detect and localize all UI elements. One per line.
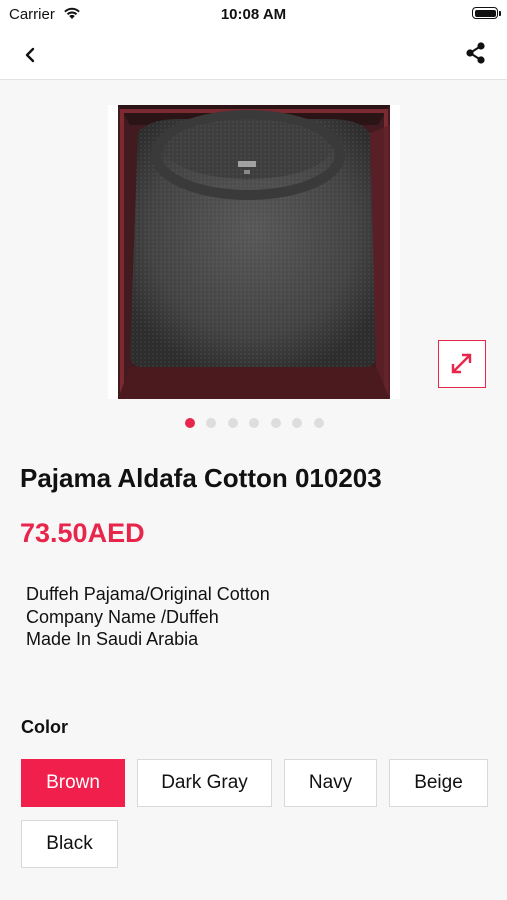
expand-image-button[interactable]	[438, 340, 486, 388]
product-image[interactable]	[108, 105, 400, 399]
page-dot[interactable]	[314, 418, 324, 428]
color-option-beige[interactable]: Beige	[389, 759, 488, 807]
image-page-indicator[interactable]	[0, 418, 507, 428]
description-line: Made In Saudi Arabia	[26, 629, 199, 649]
share-icon	[466, 42, 485, 64]
status-time: 10:08 AM	[220, 6, 287, 23]
product-price: 73.50AED	[20, 518, 145, 548]
color-option-navy[interactable]: Navy	[284, 759, 377, 807]
color-option-dark-gray[interactable]: Dark Gray	[137, 759, 272, 807]
page-dot[interactable]	[249, 418, 259, 428]
product-image-gallery[interactable]	[0, 80, 507, 430]
color-option-black[interactable]: Black	[21, 820, 118, 868]
color-section-label: Color	[21, 717, 68, 737]
back-button[interactable]	[16, 40, 46, 70]
color-option-brown[interactable]: Brown	[21, 759, 125, 807]
page-dot[interactable]	[206, 418, 216, 428]
description-line: Company Name /Duffeh	[26, 606, 219, 627]
page-dot[interactable]	[292, 418, 302, 428]
product-title: Pajama Aldafa Cotton 010203	[20, 463, 382, 493]
page-dot[interactable]	[185, 418, 195, 428]
expand-icon	[451, 353, 472, 374]
share-button[interactable]	[461, 38, 491, 68]
navigation-bar	[0, 30, 507, 80]
battery-icon	[472, 7, 501, 19]
product-description: Duffeh Pajama/Original Cotton Company Na…	[26, 583, 270, 651]
status-bar: Carrier 10:08 AM	[0, 0, 507, 30]
page-dot[interactable]	[271, 418, 281, 428]
chevron-left-icon	[25, 47, 35, 63]
description-line: Duffeh Pajama/Original Cotton	[26, 584, 270, 604]
page-dot[interactable]	[228, 418, 238, 428]
